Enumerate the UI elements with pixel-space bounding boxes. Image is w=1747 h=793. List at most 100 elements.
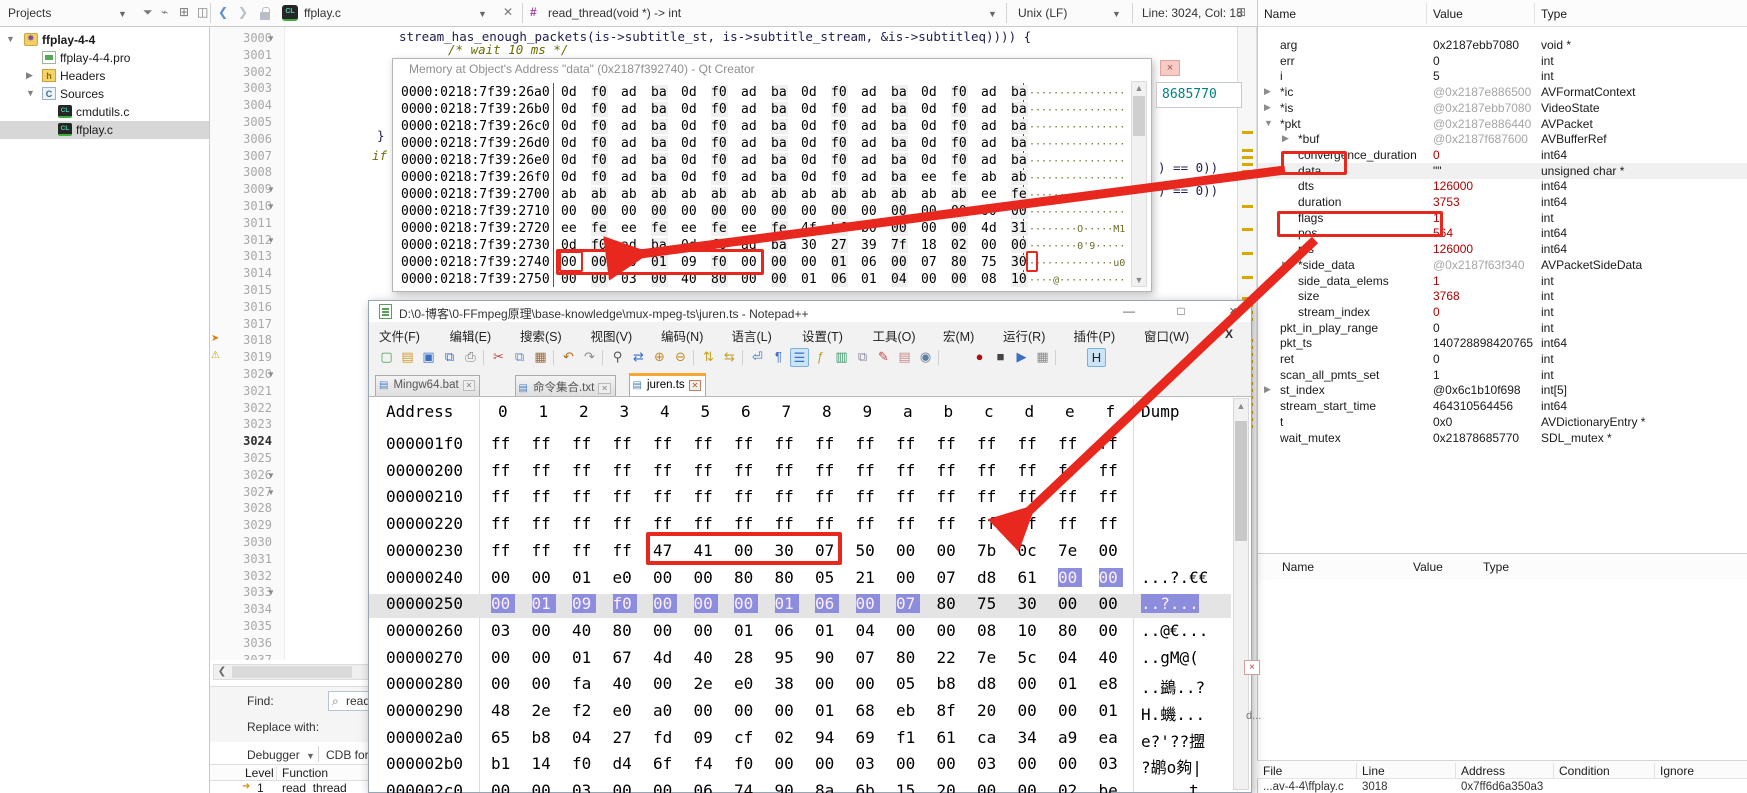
close-document-icon[interactable]: ✕: [503, 5, 513, 19]
scroll-up-icon[interactable]: ▲: [1132, 83, 1146, 93]
macro-record-icon[interactable]: ●: [970, 348, 989, 367]
projects-pane-selector[interactable]: Projects: [8, 6, 51, 20]
tab-close-icon[interactable]: ✕: [462, 380, 476, 391]
expander-icon[interactable]: ▶: [1264, 384, 1271, 395]
redo-icon[interactable]: ↷: [580, 348, 599, 367]
tree-expander-icon[interactable]: ▶: [26, 70, 33, 81]
hex-row-000002a0[interactable]: 000002a0 65 b8 04 27 fd 09 cf 02 94 69 f1 61 ca 34 a9 ea…: [369, 728, 1231, 752]
pane-close-icon[interactable]: ×: [1244, 660, 1260, 675]
sidebar-item-cmdutils.c[interactable]: CL cmdutils.c: [0, 103, 209, 121]
tree-expander-icon[interactable]: ▼: [6, 34, 15, 44]
save-all-icon[interactable]: ⧉: [440, 348, 459, 367]
tab-close-icon[interactable]: ✕: [688, 380, 702, 391]
stack-col-level[interactable]: Level: [245, 766, 274, 780]
sync-horizontal-icon[interactable]: ⇆: [720, 348, 739, 367]
watch-row-flags[interactable]: flags 1 int: [1258, 210, 1747, 226]
edit-marker-icon[interactable]: ✎: [874, 348, 893, 367]
fold-marker-icon[interactable]: ▼: [267, 185, 275, 194]
split-new-icon[interactable]: ⊞: [179, 5, 189, 19]
watch-row-stream_start_time[interactable]: stream_start_time 464310564456 int64: [1258, 398, 1747, 414]
watch-row-pkt_in_play_range[interactable]: pkt_in_play_range 0 int: [1258, 320, 1747, 336]
tab-close-icon[interactable]: ✕: [598, 383, 611, 394]
tab-命令集合.txt[interactable]: ▤ 命令集合.txt ✕: [514, 375, 616, 396]
scrollbar-thumb[interactable]: [1235, 421, 1247, 541]
folder-as-workspace-icon[interactable]: ▤: [895, 348, 914, 367]
fold-marker-icon[interactable]: ▼: [267, 588, 275, 597]
fold-marker-icon[interactable]: ▼: [267, 34, 275, 43]
sidebar-item-ffplay.c[interactable]: CL ffplay.c: [0, 121, 209, 139]
bp-col-address[interactable]: Address: [1461, 764, 1505, 778]
minimize-button[interactable]: —: [1114, 303, 1144, 320]
fold-marker-icon[interactable]: ▼: [267, 370, 275, 379]
fold-marker-icon[interactable]: ▼: [267, 202, 275, 211]
hex-row-00000230[interactable]: 00000230 ff ff ff ff 47 41 00 30 07 50 00 00 7b 0c 7e 00: [369, 541, 1231, 565]
split-editor-icon[interactable]: ⊞: [1236, 5, 1246, 19]
watch-row-side_data_elems[interactable]: side_data_elems 1 int: [1258, 273, 1747, 289]
indent-guide-icon[interactable]: ☰: [790, 348, 809, 367]
watch-row-*side_data[interactable]: ▶ *side_data @0x2187f63f340 AVPacketSideDat…: [1258, 257, 1747, 273]
projects-caret-icon[interactable]: ▼: [118, 9, 127, 19]
hex-row-00000240[interactable]: 00000240 00 00 01 e0 00 00 80 80 05 21 00 07 d8 61 00 00…: [369, 567, 1231, 592]
watch-row-*is[interactable]: ▶ *is @0x2187ebb7080 VideoState: [1258, 100, 1747, 116]
bp-col-file[interactable]: File: [1263, 764, 1282, 778]
menu-item[interactable]: 插件(P): [1074, 326, 1116, 345]
watch-row-stream_index[interactable]: stream_index 0 int: [1258, 304, 1747, 320]
watch-row-size[interactable]: size 3768 int: [1258, 288, 1747, 304]
link-icon[interactable]: ⌁: [161, 5, 168, 19]
watch-row-dts[interactable]: dts 126000 int64: [1258, 178, 1747, 194]
sidebar-item-Sources[interactable]: ▼ C Sources: [0, 85, 209, 103]
function-list-icon[interactable]: ƒ: [811, 348, 830, 367]
fold-marker-icon[interactable]: ▼: [267, 236, 275, 245]
breakpoint-marker-icon[interactable]: ➤: [211, 333, 219, 344]
print-icon[interactable]: ⎙: [461, 348, 480, 367]
sidebar-item-Headers[interactable]: ▶ h Headers: [0, 67, 209, 85]
menu-item[interactable]: 工具(O): [873, 326, 916, 345]
debugger-selector[interactable]: Debugger: [247, 748, 300, 762]
maximize-button[interactable]: □: [1166, 303, 1196, 320]
stack-col-function[interactable]: Function: [282, 766, 328, 780]
watch-row-duration[interactable]: duration 3753 int64: [1258, 194, 1747, 210]
filter-icon[interactable]: ⏷: [143, 5, 153, 20]
watch2-col-type[interactable]: Type: [1483, 560, 1509, 574]
macro-play-icon[interactable]: ▶: [1012, 348, 1031, 367]
watch-row-pts[interactable]: pts 126000 int64: [1258, 241, 1747, 257]
debugger-caret-icon[interactable]: ▼: [306, 751, 315, 761]
menu-item[interactable]: 窗口(W): [1144, 326, 1189, 345]
column-separator[interactable]: [1534, 3, 1535, 24]
show-all-chars-icon[interactable]: ¶: [769, 348, 788, 367]
scrollbar-thumb[interactable]: [1133, 96, 1145, 136]
zoom-out-icon[interactable]: ⊖: [671, 348, 690, 367]
watch-col-value[interactable]: Value: [1433, 7, 1463, 21]
find-icon[interactable]: ⚲: [608, 348, 627, 367]
column-separator[interactable]: [1356, 763, 1357, 778]
menu-item[interactable]: 设置(T): [802, 326, 843, 345]
watch-row-convergence_duration[interactable]: convergence_duration 0 int64: [1258, 147, 1747, 163]
hex-row-000002c0[interactable]: 000002c0 00 00 03 00 00 06 74 90 8a 6b 15 20 00 00 02 be…: [369, 781, 1231, 793]
macro-stop-icon[interactable]: ■: [991, 348, 1010, 367]
watch-row-wait_mutex[interactable]: wait_mutex 0x21878685770 SDL_mutex *: [1258, 430, 1747, 446]
watch-row-err[interactable]: err 0 int: [1258, 53, 1747, 69]
hex-row-000001f0[interactable]: 000001f0 ff ff ff ff ff ff ff ff ff ff ff ff ff ff ff ff: [369, 434, 1231, 458]
watch-row-*ic[interactable]: ▶ *ic @0x2187e886500 AVFormatContext: [1258, 84, 1747, 100]
watch-row-i[interactable]: i 5 int: [1258, 68, 1747, 84]
hex-row-00000210[interactable]: 00000210 ff ff ff ff ff ff ff ff ff ff ff ff ff ff ff ff: [369, 487, 1231, 511]
watch-row-st_index[interactable]: ▶ st_index @0x6c1b10f698 int[5]: [1258, 382, 1747, 398]
memory-scrollbar[interactable]: ▲ ▼: [1131, 81, 1147, 287]
close-button[interactable]: ×: [1218, 303, 1248, 320]
menu-item[interactable]: 视图(V): [591, 326, 633, 345]
menu-item[interactable]: 宏(M): [943, 326, 974, 345]
symbol-selector[interactable]: read_thread(void *) -> int: [548, 6, 681, 20]
hex-row-00000260[interactable]: 00000260 03 00 40 80 00 00 01 06 01 04 00 00 08 10 80 00…: [369, 621, 1231, 645]
watch-row-*buf[interactable]: ▶ *buf @0x2187f687600 AVBufferRef: [1258, 131, 1747, 147]
hex-row-00000200[interactable]: 00000200 ff ff ff ff ff ff ff ff ff ff ff ff ff ff ff ff: [369, 461, 1231, 485]
replace-icon[interactable]: ⇄: [629, 348, 648, 367]
hex-row-00000280[interactable]: 00000280 00 00 fa 40 00 2e e0 38 00 00 05 b8 d8 00 01 e8…: [369, 674, 1231, 698]
menu-item[interactable]: ?: [1215, 326, 1222, 340]
watch-row-data[interactable]: data "" unsigned char *: [1258, 162, 1747, 179]
watch-row-scan_all_pmts_set[interactable]: scan_all_pmts_set 1 int: [1258, 367, 1747, 383]
findbar-close-button[interactable]: X: [1225, 327, 1233, 341]
copy-icon[interactable]: ⧉: [510, 348, 529, 367]
doc-map-icon[interactable]: ▥: [832, 348, 851, 367]
back-icon[interactable]: ❮: [218, 5, 228, 19]
fold-marker-icon[interactable]: ▼: [267, 488, 275, 497]
